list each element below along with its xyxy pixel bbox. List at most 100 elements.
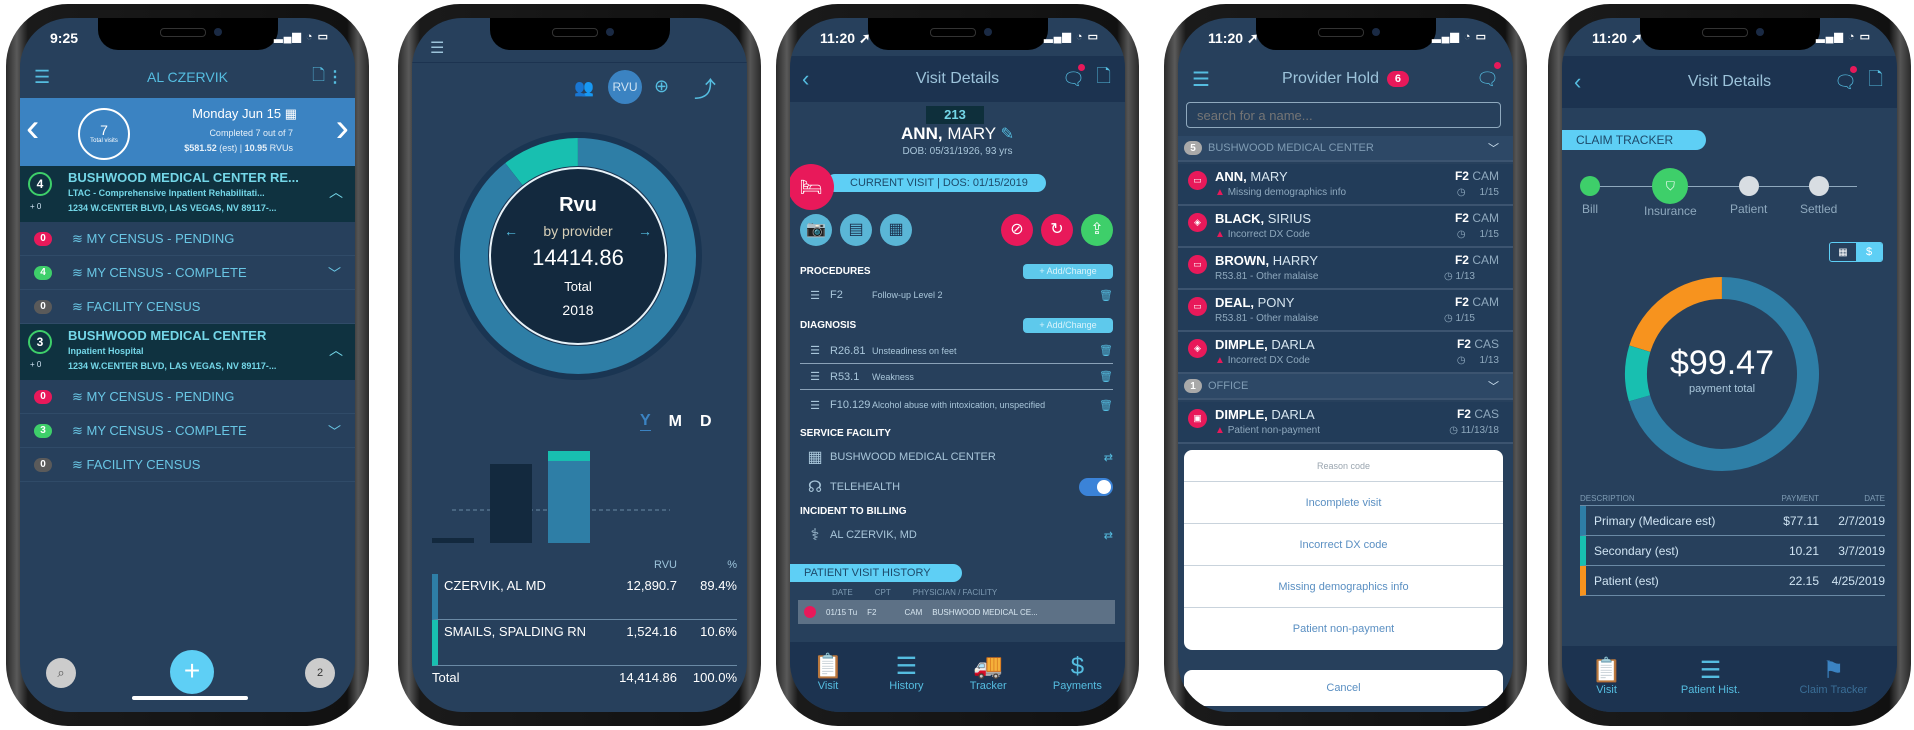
history-row[interactable]: 01/15 Tu F2 CAM BUSHWOOD MEDICAL CE... — [798, 600, 1115, 624]
tab-visit[interactable]: 📋 Visit — [1592, 658, 1622, 697]
tab-payments[interactable]: $ Payments — [1053, 654, 1102, 693]
payment-row[interactable]: Patient (est) 22.15 4/25/2019 — [1580, 566, 1885, 596]
facility-button[interactable]: ▦ — [880, 214, 912, 246]
drag-handle-icon[interactable]: ☰ — [800, 399, 830, 412]
swap-icon[interactable]: ⇄ — [1104, 529, 1113, 542]
table-row[interactable]: SMAILS, SPALDING RN 1,524.16 10.6% — [432, 620, 737, 666]
tab-visit[interactable]: 📋 Visit — [813, 654, 843, 693]
search-input[interactable] — [1186, 102, 1501, 128]
provider-row[interactable]: ⚕ AL CZERVIK, MD ⇄ — [800, 522, 1113, 548]
census-item[interactable]: 3 ≋ MY CENSUS - COMPLETE ﹀ — [20, 414, 355, 448]
cancel-visit-button[interactable]: ⊘ — [1001, 214, 1033, 246]
document-icon[interactable]: 🗋 — [1097, 64, 1111, 94]
chevron-down-icon[interactable]: ﹀ — [1488, 140, 1499, 156]
payment-view-button[interactable]: $ — [1856, 243, 1882, 261]
tab-patient-hist[interactable]: ☰ Patient Hist. — [1681, 658, 1740, 697]
collapse-icon[interactable]: ︿ — [329, 182, 343, 202]
calendar-view-button[interactable]: ▦ — [1830, 247, 1856, 258]
facility-header[interactable]: 4 + 0 BUSHWOOD MEDICAL CENTER RE... LTAC… — [20, 166, 355, 222]
hold-row[interactable]: ▭ BROWN, HARRY R53.81 - Other malaise F2 CA… — [1178, 248, 1513, 290]
share-icon[interactable]: ⤴ — [694, 72, 716, 104]
chevron-down-icon[interactable]: ﹀ — [1488, 378, 1499, 394]
trash-icon[interactable]: 🗑 — [1099, 399, 1113, 412]
back-button[interactable]: ‹ — [802, 66, 809, 92]
swap-icon[interactable]: ⇄ — [1104, 451, 1113, 464]
tab-tracker[interactable]: 🚚 Tracker — [970, 654, 1007, 693]
menu-icon[interactable]: ☰ — [430, 38, 444, 58]
option-incomplete-visit[interactable]: Incomplete visit — [1184, 482, 1503, 524]
option-patient-nonpayment[interactable]: Patient non-payment — [1184, 608, 1503, 650]
note-button[interactable]: ▤ — [840, 214, 872, 246]
census-item[interactable]: 0 ≋ FACILITY CENSUS — [20, 448, 355, 482]
add-diagnosis-button[interactable]: + Add/Change — [1023, 318, 1113, 333]
census-label: MY CENSUS - PENDING — [86, 231, 235, 246]
calendar-icon[interactable]: ▦ — [285, 106, 297, 121]
drag-handle-icon[interactable]: ☰ — [800, 370, 830, 383]
diagnosis-row[interactable]: ☰ F10.129 Alcohol abuse with intoxication,… — [800, 390, 1113, 420]
option-incorrect-dx[interactable]: Incorrect DX code — [1184, 524, 1503, 566]
hold-row[interactable]: ◈ BLACK, SIRIUS ▲ Incorrect DX Code F2 CAM ◷… — [1178, 206, 1513, 248]
census-item[interactable]: 0 ≋ FACILITY CENSUS — [20, 290, 355, 324]
trash-icon[interactable]: 🗑 — [1099, 289, 1113, 302]
globe-icon[interactable]: ⊕ — [654, 76, 669, 97]
group-header[interactable]: 1 OFFICE ﹀ — [1178, 374, 1513, 400]
next-day-button[interactable]: › — [336, 106, 349, 150]
menu-icon[interactable]: ☰ — [1192, 67, 1210, 92]
drag-handle-icon[interactable]: ☰ — [800, 344, 830, 357]
payment-row[interactable]: Secondary (est) 10.21 3/7/2019 — [1580, 536, 1885, 566]
group-icon[interactable]: 👥 — [574, 78, 594, 98]
cancel-button[interactable]: Cancel — [1184, 670, 1503, 706]
tab-year[interactable]: Y — [640, 412, 651, 431]
edit-icon[interactable]: ✎ — [1001, 126, 1014, 143]
expand-icon[interactable]: ﹀ — [328, 421, 341, 440]
phone-provider-hold: 11:20 ➚ ▂▄▆ ◔ ▭ ☰ Provider Hold 6 🗨 5 BUSH… — [1164, 4, 1527, 726]
prev-day-button[interactable]: ‹ — [26, 106, 39, 150]
date-label[interactable]: Monday Jun 15 ▦ — [192, 106, 297, 122]
more-icon[interactable]: ⋮ — [327, 67, 343, 87]
diagnosis-row[interactable]: ☰ R53.1 Weakness 🗑 — [800, 364, 1113, 390]
census-item[interactable]: 0 ≋ MY CENSUS - PENDING — [20, 380, 355, 414]
redo-button[interactable]: ↻ — [1041, 214, 1073, 246]
hold-row[interactable]: ▭ ANN, MARY ▲ Missing demographics info F2 … — [1178, 164, 1513, 206]
add-visit-button[interactable]: + — [170, 650, 214, 694]
page-count-button[interactable]: 2 — [305, 658, 335, 688]
payment-row[interactable]: Primary (Medicare est) $77.11 2/7/2019 — [1580, 506, 1885, 536]
chat-icon[interactable]: 🗨 — [1834, 72, 1857, 93]
chat-icon[interactable]: 🗨 — [1062, 69, 1085, 90]
menu-icon[interactable]: ☰ — [34, 67, 50, 88]
trash-icon[interactable]: 🗑 — [1099, 344, 1113, 357]
option-missing-demographics[interactable]: Missing demographics info — [1184, 566, 1503, 608]
expand-icon[interactable]: ﹀ — [328, 263, 341, 282]
rvu-toggle[interactable]: RVU — [608, 70, 642, 104]
tab-claim-tracker[interactable]: ⚑ Claim Tracker — [1799, 658, 1867, 697]
camera-button[interactable]: 📷 — [800, 214, 832, 246]
chat-icon[interactable]: 🗨 — [1476, 69, 1499, 90]
hold-row[interactable]: ▣ DIMPLE, DARLA ▲ Patient non-payment F2 CA… — [1178, 402, 1513, 444]
procedure-row[interactable]: ☰ F2 Follow-up Level 2 🗑 — [800, 284, 1113, 306]
back-button[interactable]: ‹ — [1574, 69, 1581, 95]
census-item[interactable]: 4 ≋ MY CENSUS - COMPLETE ﹀ — [20, 256, 355, 290]
document-icon[interactable]: 🗋 — [1869, 67, 1883, 97]
document-icon[interactable]: 🗋 — [312, 64, 325, 91]
search-button[interactable]: ⌕ — [46, 658, 76, 688]
prev-arrow-icon[interactable]: ← — [504, 223, 518, 239]
trash-icon[interactable]: 🗑 — [1099, 370, 1113, 383]
next-arrow-icon[interactable]: → — [638, 223, 652, 239]
facility-row[interactable]: ▦ BUSHWOOD MEDICAL CENTER ⇄ — [800, 444, 1113, 470]
facility-header[interactable]: 3 + 0 BUSHWOOD MEDICAL CENTER Inpatient … — [20, 324, 355, 380]
add-procedure-button[interactable]: + Add/Change — [1023, 264, 1113, 279]
diagnosis-row[interactable]: ☰ R26.81 Unsteadiness on feet 🗑 — [800, 338, 1113, 364]
tab-day[interactable]: D — [700, 413, 712, 431]
tab-month[interactable]: M — [669, 413, 682, 431]
hold-row[interactable]: ◈ DIMPLE, DARLA ▲ Incorrect DX Code F2 CAS ◷… — [1178, 332, 1513, 374]
census-item[interactable]: 0 ≋ MY CENSUS - PENDING — [20, 222, 355, 256]
tab-history[interactable]: ☰ History — [889, 654, 923, 693]
hold-row[interactable]: ▭ DEAL, PONY R53.81 - Other malaise F2 CAM ◷… — [1178, 290, 1513, 332]
telehealth-toggle[interactable] — [1079, 478, 1113, 496]
group-header[interactable]: 5 BUSHWOOD MEDICAL CENTER ﹀ — [1178, 136, 1513, 162]
collapse-icon[interactable]: ︿ — [329, 340, 343, 360]
drag-handle-icon[interactable]: ☰ — [800, 289, 830, 302]
table-row[interactable]: CZERVIK, AL MD 12,890.7 89.4% — [432, 574, 737, 620]
tab-bar: 📋 Visit ☰ Patient Hist. ⚑ Claim Tracker — [1562, 646, 1897, 712]
submit-button[interactable]: ⇪ — [1081, 214, 1113, 246]
